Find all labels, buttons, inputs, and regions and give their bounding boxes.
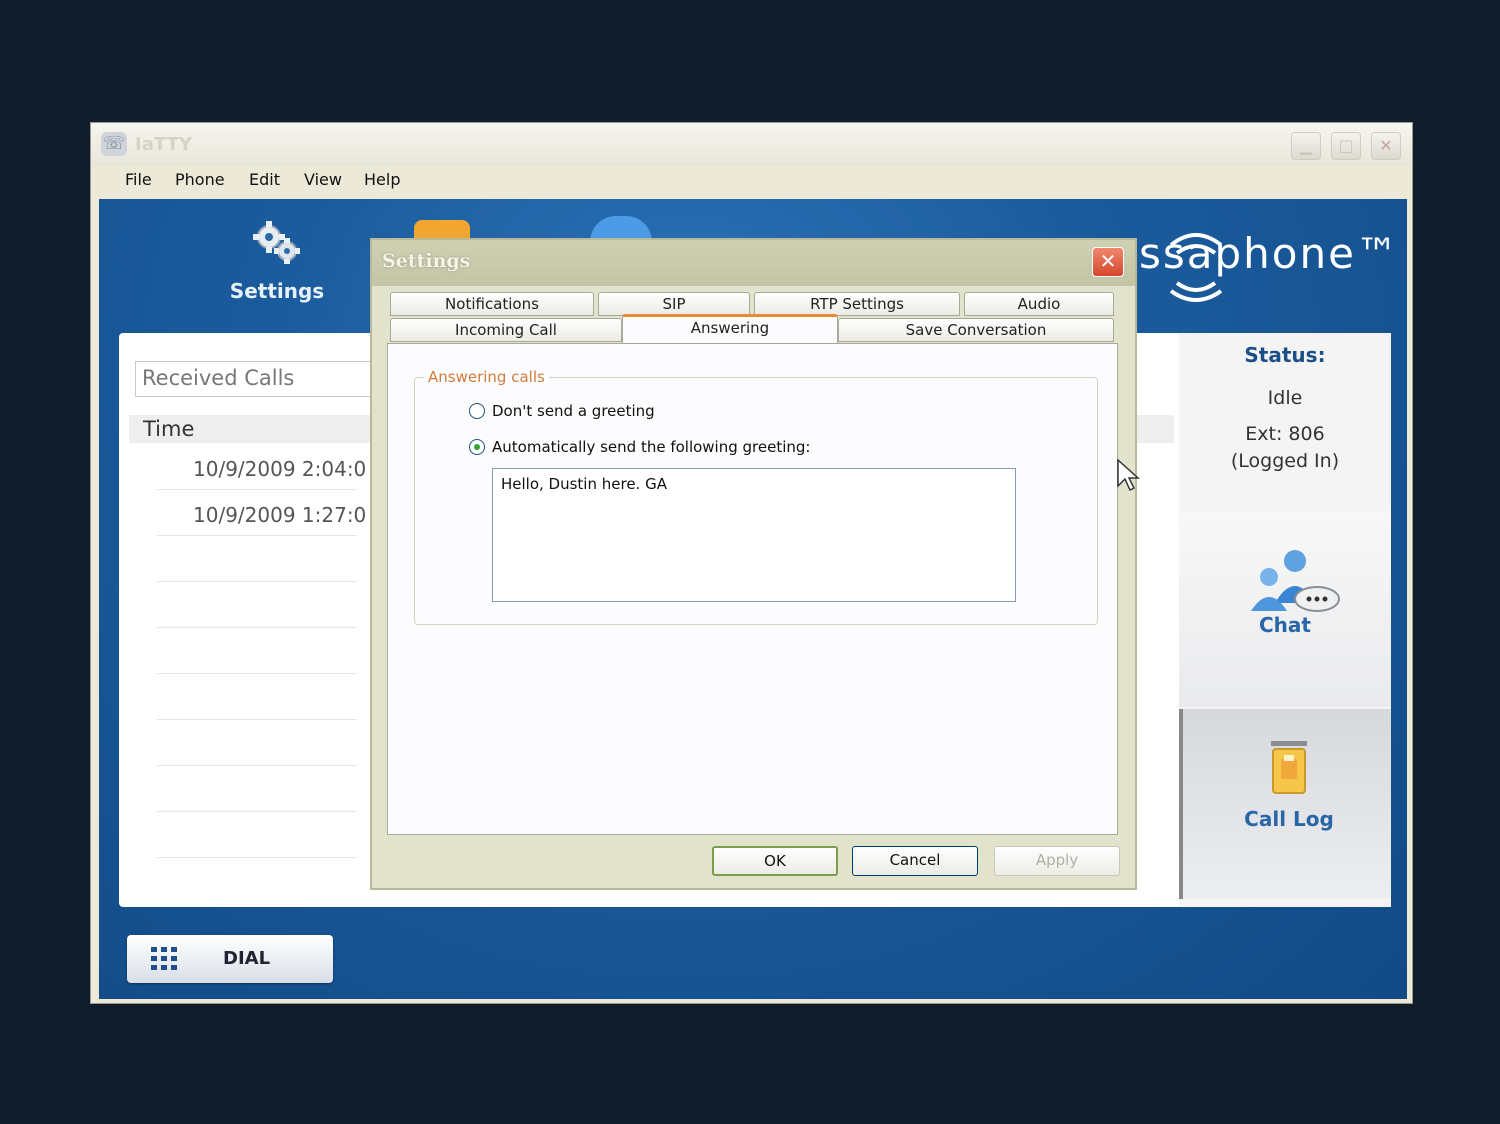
close-button[interactable]: ✕ <box>1371 132 1401 160</box>
calls-view-select[interactable]: Received Calls <box>135 361 375 397</box>
no-greeting-radio[interactable] <box>469 403 485 419</box>
row-divider <box>157 673 357 674</box>
tab-sip[interactable]: SIP <box>598 292 750 316</box>
status-value: Idle <box>1267 387 1303 409</box>
time-column-header[interactable]: Time <box>143 417 194 441</box>
dialog-title: Settings <box>382 250 471 272</box>
row-divider <box>157 489 357 490</box>
chat-label: Chat <box>1259 613 1311 637</box>
gears-icon <box>253 221 300 264</box>
answering-calls-group-title: Answering calls <box>424 368 549 386</box>
dialog-titlebar[interactable]: Settings ✕ <box>372 240 1135 286</box>
menu-help[interactable]: Help <box>364 170 400 189</box>
app-titlebar[interactable]: ☏ IaTTY ▁ □ ✕ <box>91 123 1412 165</box>
status-panel: Status: Idle Ext: 806 (Logged In) Chat C… <box>1179 333 1391 907</box>
tab-rtp-settings[interactable]: RTP Settings <box>754 292 960 316</box>
row-divider <box>157 765 357 766</box>
status-login: (Logged In) <box>1230 450 1340 472</box>
menu-file[interactable]: File <box>125 170 152 189</box>
chat-button[interactable]: Chat <box>1179 511 1391 707</box>
app-logo-icon: ☏ <box>101 132 127 156</box>
settings-nav-label: Settings <box>229 279 325 303</box>
table-row[interactable]: 10/9/2009 1:27:0 <box>193 503 366 527</box>
brand-logo-text: ssaphone™ <box>1139 229 1400 278</box>
menu-bar: File Phone Edit View Help <box>91 165 1412 197</box>
radio-selected-dot <box>474 444 480 450</box>
tab-audio[interactable]: Audio <box>964 292 1114 316</box>
keypad-icon <box>151 947 177 970</box>
row-divider <box>157 581 357 582</box>
minimize-button[interactable]: ▁ <box>1291 132 1321 160</box>
call-log-button[interactable]: Call Log <box>1179 709 1391 899</box>
menu-phone[interactable]: Phone <box>175 170 225 189</box>
table-row[interactable]: 10/9/2009 2:04:0 <box>193 457 366 481</box>
row-divider <box>157 627 357 628</box>
apply-button[interactable]: Apply <box>994 846 1120 876</box>
tab-incoming-call[interactable]: Incoming Call <box>390 318 622 342</box>
cancel-button[interactable]: Cancel <box>852 846 978 876</box>
mouse-cursor-icon <box>1117 458 1140 492</box>
row-divider <box>157 857 357 858</box>
tab-notifications[interactable]: Notifications <box>390 292 594 316</box>
dial-button[interactable]: DIAL <box>127 935 333 983</box>
app-title: IaTTY <box>135 134 192 155</box>
menu-view[interactable]: View <box>304 170 342 189</box>
row-divider <box>157 535 357 536</box>
maximize-button[interactable]: □ <box>1331 132 1361 160</box>
auto-greeting-label[interactable]: Automatically send the following greetin… <box>492 438 810 456</box>
dialog-close-button[interactable]: ✕ <box>1092 247 1124 277</box>
call-log-icon <box>1271 741 1307 794</box>
row-divider <box>157 811 357 812</box>
auto-greeting-radio[interactable] <box>469 439 485 455</box>
settings-nav-button[interactable]: Settings <box>207 217 347 307</box>
dial-label: DIAL <box>223 948 271 969</box>
no-greeting-label[interactable]: Don't send a greeting <box>492 402 655 420</box>
status-extension: Ext: 806 <box>1245 423 1325 445</box>
call-log-label: Call Log <box>1244 807 1334 831</box>
greeting-textarea[interactable]: Hello, Dustin here. GA <box>492 468 1016 602</box>
ok-button[interactable]: OK <box>712 846 838 876</box>
tab-save-conversation[interactable]: Save Conversation <box>838 318 1114 342</box>
row-divider <box>157 719 357 720</box>
tab-answering[interactable]: Answering <box>622 314 838 344</box>
chat-people-icon <box>1251 550 1340 612</box>
settings-dialog: Settings ✕ Notifications SIP RTP Setting… <box>370 238 1137 890</box>
status-title: Status: <box>1244 343 1326 367</box>
menu-edit[interactable]: Edit <box>249 170 280 189</box>
answering-tab-panel: Answering calls Don't send a greeting Au… <box>387 343 1118 835</box>
